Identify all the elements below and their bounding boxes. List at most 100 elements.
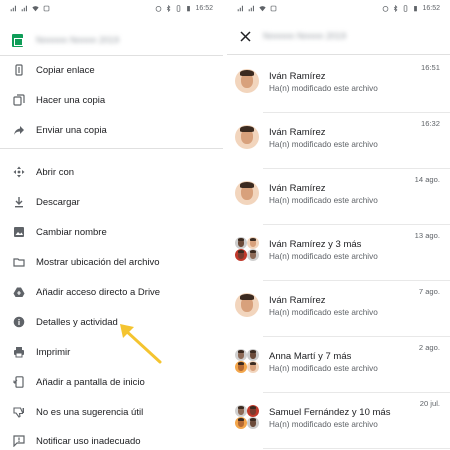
report-icon	[13, 435, 25, 447]
vibrate-icon	[177, 5, 181, 12]
menu-item-show-location[interactable]: Mostrar ubicación del archivo	[0, 250, 223, 274]
activity-time: 14 ago.	[414, 175, 440, 184]
signal-icon	[237, 5, 243, 12]
activity-time: 2 ago.	[418, 343, 440, 352]
signal-icon	[248, 5, 254, 12]
menu-label: Hacer una copia	[36, 94, 106, 106]
activity-time: 16:51	[420, 63, 440, 72]
activity-user: Iván Ramírez	[269, 295, 326, 306]
menu-label: Copiar enlace	[36, 64, 95, 76]
activity-description: Ha(n) modificado este archivo	[269, 196, 378, 205]
activity-description: Ha(n) modificado este archivo	[269, 308, 378, 317]
avatar-group	[235, 237, 259, 261]
menu-item-open-with[interactable]: Abrir con	[0, 160, 223, 184]
activity-user: Iván Ramírez y 3 más	[269, 239, 362, 250]
menu-divider	[0, 148, 223, 149]
file-title: Nnnnnn Nnnnn 2019	[36, 35, 120, 45]
activity-item[interactable]: Samuel Fernández y 10 más Ha(n) modifica…	[227, 392, 450, 449]
activity-item[interactable]: Iván Ramírez Ha(n) modificado este archi…	[227, 280, 450, 337]
activity-user: Anna Martí y 7 más	[269, 351, 352, 362]
menu-item-print[interactable]: Imprimir	[0, 340, 223, 364]
sheets-icon	[12, 34, 23, 47]
activity-user: Iván Ramírez	[269, 71, 326, 82]
move-icon	[13, 166, 25, 178]
status-time: 16:52	[195, 5, 213, 12]
avatar	[235, 181, 259, 205]
status-bar: 16:52	[0, 0, 223, 18]
copy-icon	[13, 94, 25, 106]
menu-item-add-home[interactable]: Añadir a pantalla de inicio	[0, 370, 223, 394]
menu-item-details-activity[interactable]: Detalles y actividad	[0, 310, 223, 334]
avatar	[235, 293, 259, 317]
menu-label: Abrir con	[36, 166, 75, 178]
activity-item[interactable]: Iván Ramírez Ha(n) modificado este archi…	[227, 56, 450, 113]
thumbs-down-icon	[13, 406, 25, 418]
activity-user: Samuel Fernández y 10 más	[269, 407, 391, 418]
menu-label: Detalles y actividad	[36, 316, 118, 328]
activity-description: Ha(n) modificado este archivo	[269, 364, 378, 373]
wifi-icon	[259, 6, 266, 12]
activity-divider	[263, 448, 450, 449]
activity-item[interactable]: Iván Ramírez y 3 más Ha(n) modificado es…	[227, 224, 450, 281]
avatar-group	[235, 405, 259, 429]
activity-header: Nnnnnn Nnnnn 2019	[227, 22, 450, 54]
activity-title: Nnnnnn Nnnnn 2019	[263, 31, 347, 41]
activity-time: 16:32	[420, 119, 440, 128]
close-button[interactable]	[235, 26, 255, 46]
menu-label: Mostrar ubicación del archivo	[36, 256, 160, 268]
close-icon	[239, 30, 251, 42]
activity-item[interactable]: Iván Ramírez Ha(n) modificado este archi…	[227, 168, 450, 225]
menu-item-not-useful[interactable]: No es una sugerencia útil	[0, 400, 223, 424]
menu-item-add-shortcut[interactable]: Añadir acceso directo a Drive	[0, 280, 223, 304]
activity-user: Iván Ramírez	[269, 127, 326, 138]
menu-label: Añadir a pantalla de inicio	[36, 376, 145, 388]
menu-item-send-copy[interactable]: Enviar una copia	[0, 118, 223, 142]
alarm-icon	[383, 6, 389, 12]
activity-time: 20 jul.	[419, 399, 440, 408]
activity-description: Ha(n) modificado este archivo	[269, 420, 378, 429]
activity-user: Iván Ramírez	[269, 183, 326, 194]
activity-description: Ha(n) modificado este archivo	[269, 252, 378, 261]
file-header: Nnnnnn Nnnnn 2019	[0, 22, 223, 54]
share-arrow-icon	[13, 124, 25, 136]
signal-icon	[10, 5, 16, 12]
avatar	[235, 69, 259, 93]
status-icons-right: 16:52	[382, 5, 440, 12]
folder-icon	[13, 256, 25, 268]
avatar-group	[235, 349, 259, 373]
file-options-panel: 16:52 Nnnnnn Nnnnn 2019 Copiar enlace Ha…	[0, 0, 223, 450]
download-icon	[13, 196, 25, 208]
bluetooth-icon	[394, 5, 398, 12]
wifi-icon	[32, 6, 39, 12]
signal-icon	[21, 5, 27, 12]
menu-label: No es una sugerencia útil	[36, 406, 144, 418]
status-icons-left	[10, 5, 50, 12]
menu-item-rename[interactable]: Cambiar nombre	[0, 220, 223, 244]
activity-item[interactable]: Anna Martí y 7 más Ha(n) modificado este…	[227, 336, 450, 393]
status-icons-left	[237, 5, 277, 12]
activity-panel: 16:52 Nnnnnn Nnnnn 2019 Iván Ramírez Ha(…	[227, 0, 450, 450]
status-time: 16:52	[422, 5, 440, 12]
menu-item-copy-link[interactable]: Copiar enlace	[0, 58, 223, 82]
add-to-home-icon	[13, 376, 25, 388]
menu-label: Descargar	[36, 196, 80, 208]
menu-label: Imprimir	[36, 346, 71, 358]
avatar	[235, 125, 259, 149]
bluetooth-icon	[167, 5, 171, 12]
menu-item-download[interactable]: Descargar	[0, 190, 223, 214]
vibrate-icon	[404, 5, 408, 12]
menu-label: Cambiar nombre	[36, 226, 107, 238]
header-divider	[227, 54, 450, 55]
activity-time: 13 ago.	[414, 231, 440, 240]
notification-icon	[270, 5, 277, 12]
battery-icon	[414, 6, 418, 12]
menu-label: Añadir acceso directo a Drive	[36, 286, 161, 298]
menu-label: Notificar uso inadecuado	[36, 435, 141, 447]
activity-item[interactable]: Iván Ramírez Ha(n) modificado este archi…	[227, 112, 450, 169]
header-divider	[0, 55, 223, 56]
image-edit-icon	[13, 226, 25, 238]
drive-shortcut-icon	[13, 286, 25, 298]
battery-icon	[187, 6, 191, 12]
menu-item-report-abuse[interactable]: Notificar uso inadecuado	[0, 429, 223, 450]
menu-item-make-copy[interactable]: Hacer una copia	[0, 88, 223, 112]
